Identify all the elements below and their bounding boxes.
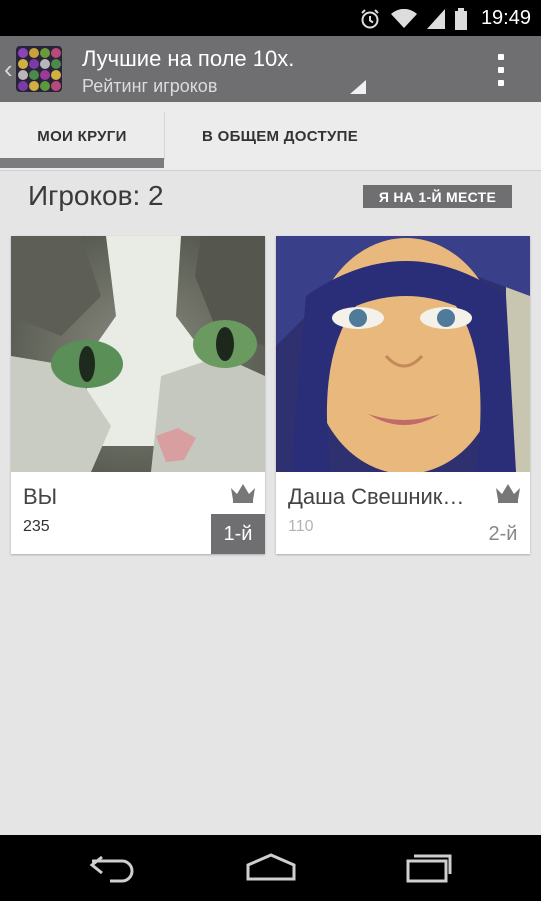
navigation-bar (0, 835, 541, 901)
player-card[interactable]: ВЫ 235 1-й (11, 236, 265, 554)
alarm-icon (359, 8, 381, 35)
battery-icon (455, 8, 467, 35)
rank-badge[interactable]: Я НА 1-Й МЕСТЕ (363, 185, 512, 208)
app-subtitle[interactable]: Рейтинг игроков (82, 76, 217, 97)
dropdown-indicator-icon[interactable] (350, 80, 366, 99)
cat-face-photo (11, 236, 265, 472)
player-place: 1-й (211, 514, 265, 554)
player-score: 110 (288, 518, 314, 535)
player-score: 235 (23, 518, 50, 535)
status-time: 19:49 (480, 7, 531, 29)
signal-icon (427, 9, 445, 34)
status-icons (359, 8, 467, 35)
nav-recents-icon[interactable] (404, 851, 456, 888)
tab-selected-indicator (0, 158, 164, 168)
nav-home-icon[interactable] (244, 851, 298, 888)
action-bar: ‹ Лучшие на поле 10х. Рейтинг игроков (0, 36, 541, 102)
tab-public[interactable]: В ОБЩЕМ ДОСТУПЕ (165, 102, 395, 170)
girl-portrait-photo (276, 236, 530, 472)
players-count: Игроков: 2 (28, 180, 164, 211)
wifi-icon (391, 8, 417, 34)
back-chevron-icon[interactable]: ‹ (4, 54, 13, 85)
player-name: Даша Свешник… (288, 484, 465, 509)
nav-back-icon[interactable] (88, 851, 138, 888)
crown-icon (229, 482, 257, 509)
player-place: 2-й (488, 522, 518, 545)
overflow-menu-icon[interactable] (496, 54, 506, 86)
crown-icon (494, 482, 522, 509)
app-title[interactable]: Лучшие на поле 10х. (82, 46, 294, 72)
app-logo-icon[interactable] (16, 46, 62, 92)
player-card[interactable]: Даша Свешник… 110 2-й (276, 236, 530, 554)
player-name: ВЫ (23, 484, 58, 509)
status-bar: 19:49 (0, 0, 541, 36)
